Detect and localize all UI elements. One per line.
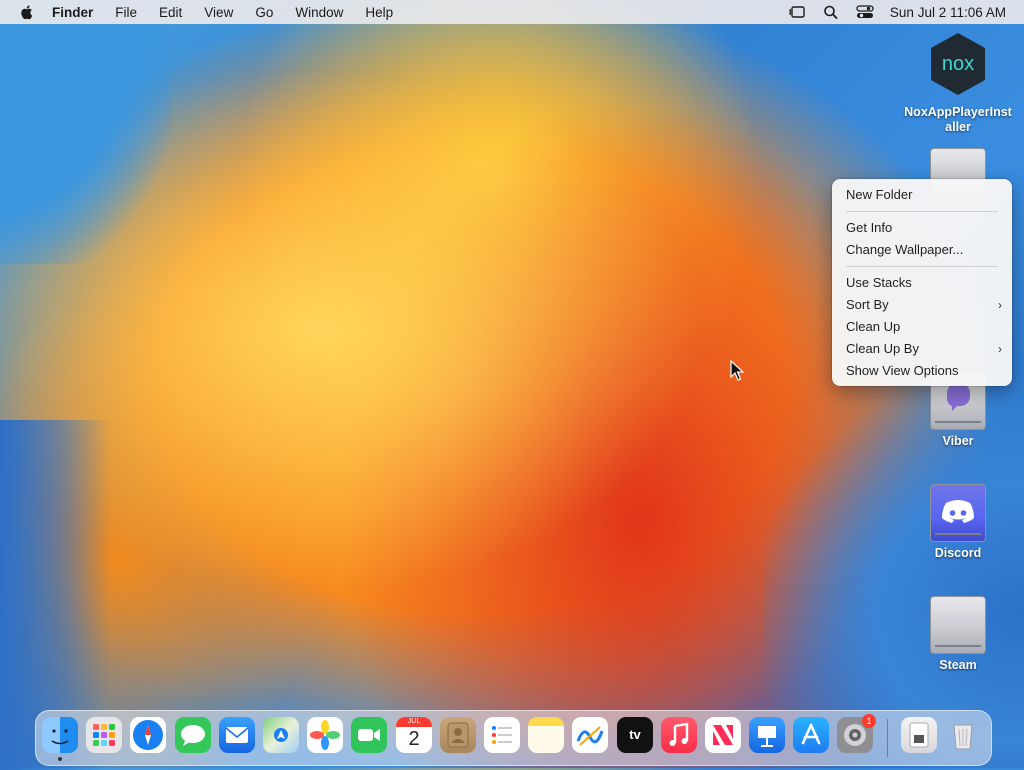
dock-keynote-icon[interactable] [749, 717, 785, 753]
menu-item-label: Sort By [846, 297, 889, 312]
dock-notes-icon[interactable] [528, 717, 564, 753]
desktop-icon-label: Discord [934, 546, 982, 560]
menu-item-change-wallpaper[interactable]: Change Wallpaper... [846, 241, 1006, 259]
desktop-context-menu: New Folder Get Info Change Wallpaper... … [832, 179, 1012, 386]
discord-logo-icon [942, 500, 974, 523]
desktop-icon-discord[interactable]: Discord [903, 484, 1013, 561]
svg-text:nox: nox [942, 53, 974, 75]
dock-news-icon[interactable] [705, 717, 741, 753]
dock-tv-icon[interactable]: tv [617, 717, 653, 753]
dock-mail-icon[interactable] [219, 717, 255, 753]
dock-messages-icon[interactable] [175, 717, 211, 753]
dock: JUL 2 tv 1 [35, 710, 992, 766]
mouse-pointer-icon [730, 360, 744, 381]
menu-item-clean-up-by[interactable]: Clean Up By › [846, 340, 1006, 358]
menu-item-clean-up[interactable]: Clean Up [846, 318, 1006, 336]
desktop-icon-label: Steam [939, 658, 977, 672]
menu-file[interactable]: File [115, 5, 137, 20]
dock-finder-icon[interactable] [42, 717, 78, 753]
apple-menu-icon[interactable] [18, 3, 36, 21]
menu-go[interactable]: Go [255, 5, 273, 20]
dock-maps-icon[interactable] [263, 717, 299, 753]
dock-reminders-icon[interactable] [484, 717, 520, 753]
menu-separator [846, 211, 998, 212]
stage-manager-icon[interactable] [788, 4, 806, 20]
calendar-month: JUL [396, 717, 432, 727]
menu-item-new-folder[interactable]: New Folder [846, 186, 1006, 204]
desktop-icon-label: Viber [942, 434, 974, 448]
nox-logo-icon: nox [931, 33, 985, 95]
menu-bar: Finder File Edit View Go Window Help Sun… [0, 0, 1024, 24]
menu-item-show-view-options[interactable]: Show View Options [846, 362, 1006, 380]
menu-edit[interactable]: Edit [159, 5, 182, 20]
dock-calendar-icon[interactable]: JUL 2 [396, 717, 432, 753]
dock-launchpad-icon[interactable] [86, 717, 122, 753]
dock-contacts-icon[interactable] [440, 717, 476, 753]
running-indicator [58, 757, 62, 761]
dock-trash-icon[interactable] [945, 717, 981, 753]
dock-downloads-stack-icon[interactable] [901, 717, 937, 753]
desktop-icon-nox-installer[interactable]: nox NoxAppPlayerInst aller [903, 32, 1013, 135]
menu-item-label: Clean Up By [846, 341, 919, 356]
menu-window[interactable]: Window [295, 5, 343, 20]
menu-help[interactable]: Help [365, 5, 393, 20]
notification-badge: 1 [862, 714, 876, 728]
menu-item-sort-by[interactable]: Sort By › [846, 296, 1006, 314]
menu-app-finder[interactable]: Finder [52, 5, 93, 20]
chevron-right-icon: › [998, 298, 1002, 312]
chevron-right-icon: › [998, 342, 1002, 356]
menu-item-use-stacks[interactable]: Use Stacks [846, 274, 1006, 292]
menubar-clock[interactable]: Sun Jul 2 11:06 AM [890, 5, 1006, 20]
tv-label: tv [629, 727, 641, 742]
desktop-icon-label: NoxAppPlayerInst aller [904, 105, 1012, 134]
dock-music-icon[interactable] [661, 717, 697, 753]
dock-facetime-icon[interactable] [351, 717, 387, 753]
wallpaper-blue-top-left [0, 24, 170, 264]
disk-icon [930, 596, 986, 654]
menu-separator [846, 266, 998, 267]
dock-freeform-icon[interactable] [572, 717, 608, 753]
dock-app-store-icon[interactable] [793, 717, 829, 753]
dock-divider [887, 719, 888, 757]
desktop-icon-steam[interactable]: Steam [903, 596, 1013, 673]
control-center-icon[interactable] [856, 4, 874, 20]
dock-safari-icon[interactable] [130, 717, 166, 753]
disk-icon [930, 484, 986, 542]
menu-item-get-info[interactable]: Get Info [846, 219, 1006, 237]
calendar-day: 2 [408, 728, 420, 750]
dock-photos-icon[interactable] [307, 717, 343, 753]
spotlight-search-icon[interactable] [822, 4, 840, 20]
menu-view[interactable]: View [204, 5, 233, 20]
